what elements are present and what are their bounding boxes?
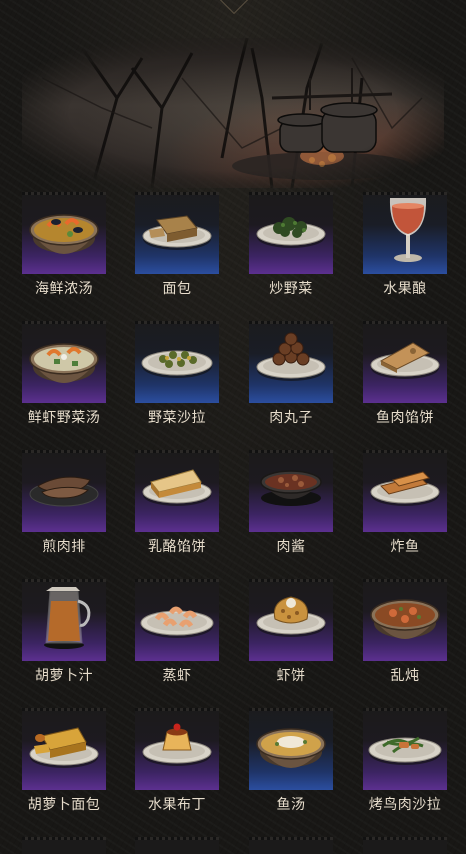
fish-soup-icon bbox=[256, 728, 326, 768]
recipe-name: 野菜沙拉 bbox=[148, 410, 206, 426]
fried-fish-icon bbox=[370, 471, 440, 506]
recipe-name: 炸鱼 bbox=[390, 539, 420, 555]
recipe-name: 鱼汤 bbox=[276, 797, 306, 813]
recipe-tile[interactable] bbox=[363, 708, 447, 790]
steamed-shrimp-icon bbox=[140, 606, 214, 638]
fried-steak-icon bbox=[29, 476, 99, 507]
fruit-pudding-icon bbox=[142, 723, 212, 766]
carrot-bread-icon bbox=[29, 727, 99, 768]
recipe-name: 胡萝卜汁 bbox=[35, 668, 93, 684]
cooking-recipes-screen: 海鲜浓汤 面包 炒野菜 水果酿鲜虾野菜汤 野菜沙拉 肉丸子 鱼肉馅饼煎肉排 乳酪馅饼 肉酱 炸鱼胡… bbox=[0, 0, 466, 854]
recipe-tile-partial[interactable] bbox=[135, 837, 219, 854]
shrimp-vegetable-soup-icon bbox=[29, 343, 99, 383]
recipe-tile[interactable] bbox=[135, 321, 219, 403]
recipe-name: 虾饼 bbox=[276, 668, 306, 684]
recipe-tile-partial[interactable] bbox=[249, 837, 333, 854]
recipe-name: 蒸虾 bbox=[162, 668, 192, 684]
recipe-name: 鲜虾野菜汤 bbox=[27, 410, 101, 426]
bread-icon bbox=[142, 215, 212, 250]
recipe-name: 炒野菜 bbox=[269, 281, 313, 297]
fried-greens-icon bbox=[256, 217, 326, 248]
recipe-name: 水果布丁 bbox=[148, 797, 206, 813]
recipe-tile[interactable] bbox=[22, 192, 106, 274]
recipe-tile[interactable] bbox=[22, 708, 106, 790]
recipe-tile[interactable] bbox=[363, 450, 447, 532]
recipe-tile[interactable] bbox=[249, 450, 333, 532]
recipe-name: 面包 bbox=[162, 281, 192, 297]
recipe-tile[interactable] bbox=[22, 450, 106, 532]
vegetable-salad-icon bbox=[141, 350, 213, 378]
recipe-name: 胡萝卜面包 bbox=[27, 797, 101, 813]
seafood-soup-icon bbox=[29, 214, 99, 254]
fish-pie-icon bbox=[370, 342, 440, 379]
top-ornament bbox=[219, 0, 249, 15]
campfire-cauldron-forest-icon bbox=[41, 38, 423, 188]
recipe-tile[interactable] bbox=[22, 321, 106, 403]
recipe-tile[interactable] bbox=[249, 192, 333, 274]
recipe-name: 烤鸟肉沙拉 bbox=[368, 797, 442, 813]
recipe-tile[interactable] bbox=[135, 579, 219, 661]
recipe-name: 乱炖 bbox=[390, 668, 420, 684]
recipe-tile[interactable] bbox=[363, 579, 447, 661]
recipe-tile[interactable] bbox=[249, 321, 333, 403]
recipe-tile[interactable] bbox=[135, 192, 219, 274]
recipe-tile[interactable] bbox=[249, 708, 333, 790]
banner-scene bbox=[22, 38, 444, 188]
meat-sauce-icon bbox=[260, 470, 322, 506]
recipe-tile[interactable] bbox=[363, 192, 447, 274]
stew-icon bbox=[370, 599, 440, 639]
recipe-tile-partial[interactable] bbox=[22, 837, 106, 854]
recipe-tile[interactable] bbox=[363, 321, 447, 403]
recipe-name: 肉丸子 bbox=[269, 410, 313, 426]
recipe-tile[interactable] bbox=[22, 579, 106, 661]
recipe-name: 肉酱 bbox=[276, 539, 306, 555]
recipe-name: 海鲜浓汤 bbox=[35, 281, 93, 297]
recipe-name: 水果酿 bbox=[383, 281, 427, 297]
shrimp-cake-icon bbox=[256, 596, 326, 637]
recipe-tile[interactable] bbox=[135, 450, 219, 532]
recipe-name: 乳酪馅饼 bbox=[148, 539, 206, 555]
carrot-juice-icon bbox=[44, 587, 91, 649]
recipe-name: 鱼肉馅饼 bbox=[376, 410, 434, 426]
roast-bird-salad-icon bbox=[368, 736, 442, 765]
recipe-tile-partial[interactable] bbox=[363, 837, 447, 854]
recipe-tile[interactable] bbox=[249, 579, 333, 661]
recipe-tile[interactable] bbox=[135, 708, 219, 790]
fruit-wine-icon bbox=[389, 198, 427, 262]
cheese-pie-icon bbox=[142, 469, 212, 506]
meatballs-icon bbox=[256, 332, 326, 381]
recipe-name: 煎肉排 bbox=[42, 539, 86, 555]
